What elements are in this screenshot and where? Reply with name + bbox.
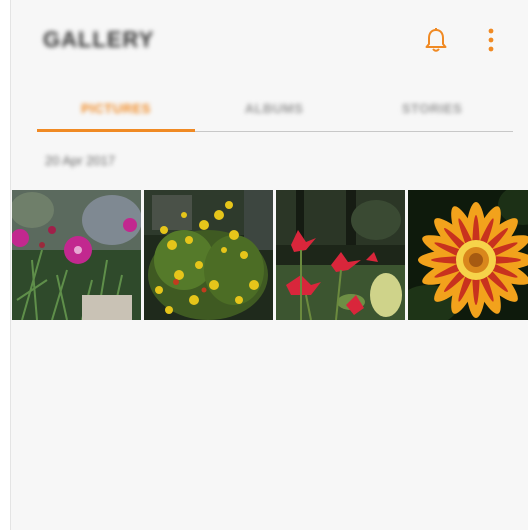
app-bar: GALLERY	[11, 0, 528, 80]
photo-thumbnail-red-flowers[interactable]	[276, 190, 405, 320]
tab-stories[interactable]: STORIES	[353, 86, 511, 130]
bell-icon[interactable]	[422, 26, 450, 54]
app-title: GALLERY	[43, 27, 155, 52]
more-vertical-icon[interactable]	[483, 26, 499, 54]
tab-pictures-label: PICTURES	[81, 100, 151, 116]
tab-bar: PICTURES ALBUMS STORIES	[37, 86, 513, 134]
tab-stories-label: STORIES	[401, 100, 463, 116]
tab-pictures[interactable]: PICTURES	[37, 86, 195, 130]
gallery-screen: GALLERY PICTURES ALBUMS STORIES 20 Apr 2…	[10, 0, 528, 530]
photo-thumbnail-gazania[interactable]	[408, 190, 528, 320]
photo-thumbnail-yellow-shrub[interactable]	[144, 190, 273, 320]
tab-albums-label: ALBUMS	[244, 100, 304, 116]
date-section-header: 20 Apr 2017	[45, 153, 116, 168]
active-tab-indicator	[37, 129, 195, 132]
photo-grid	[12, 190, 528, 320]
tab-albums[interactable]: ALBUMS	[195, 86, 353, 130]
photo-thumbnail-pink-carnation[interactable]	[12, 190, 141, 320]
